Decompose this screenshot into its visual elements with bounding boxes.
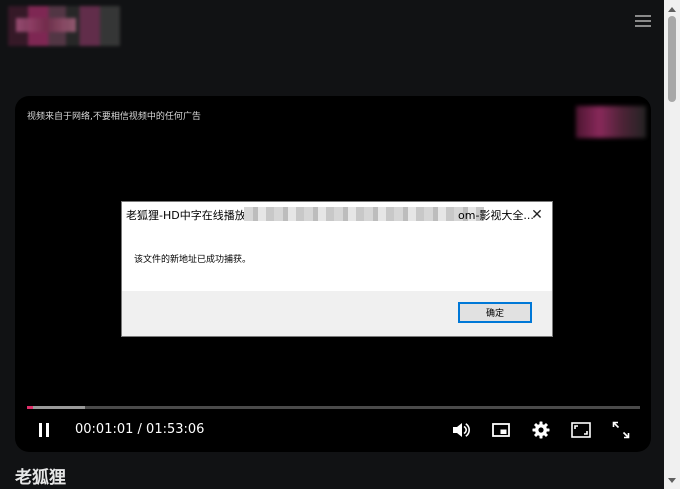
webpage-fullscreen-button[interactable] <box>569 418 593 442</box>
menu-icon[interactable] <box>635 15 651 29</box>
site-logo[interactable] <box>8 6 120 46</box>
dialog-titlebar: 老狐狸-HD中字在线播放 om-影视大全... ✕ <box>122 202 552 228</box>
alert-dialog: 老狐狸-HD中字在线播放 om-影视大全... ✕ 该文件的新地址已成功捕获。 … <box>122 202 552 336</box>
ad-warning-notice: 视频来自于网络,不要相信视频中的任何广告 <box>27 112 201 122</box>
current-time: 00:01:01 <box>75 422 134 437</box>
watermark-logo <box>576 106 646 138</box>
fullscreen-button[interactable] <box>609 418 633 442</box>
volume-icon <box>453 423 470 437</box>
progress-buffered <box>27 406 85 409</box>
time-display: 00:01:01 / 01:53:06 <box>75 422 204 437</box>
ok-button[interactable]: 确定 <box>458 302 532 323</box>
page-title: 老狐狸 <box>15 468 66 488</box>
settings-button[interactable] <box>529 418 553 442</box>
time-separator: / <box>133 422 147 437</box>
redacted-domain <box>244 207 484 221</box>
scroll-up-icon[interactable] <box>664 2 680 16</box>
expand-window-icon <box>571 422 591 438</box>
picture-in-picture-icon <box>492 423 510 437</box>
progress-bar[interactable] <box>27 406 640 409</box>
progress-played <box>27 406 33 409</box>
total-duration: 01:53:06 <box>146 422 205 437</box>
scroll-down-icon[interactable] <box>664 474 680 488</box>
fullscreen-icon <box>612 421 630 439</box>
pause-button[interactable] <box>32 418 56 442</box>
scrollbar-thumb[interactable] <box>668 16 676 102</box>
player-controls: 00:01:01 / 01:53:06 <box>15 418 651 444</box>
volume-button[interactable] <box>449 418 473 442</box>
dialog-footer: 确定 <box>122 291 552 336</box>
close-icon[interactable]: ✕ <box>524 204 550 226</box>
dialog-title-suffix: om-影视大全... <box>458 209 534 222</box>
gear-icon <box>532 421 550 439</box>
pause-icon <box>39 423 49 437</box>
pip-button[interactable] <box>489 418 513 442</box>
dialog-title: 老狐狸-HD中字在线播放 <box>126 209 246 222</box>
scrollbar[interactable] <box>664 0 680 489</box>
dialog-message: 该文件的新地址已成功捕获。 <box>134 255 252 265</box>
site-header <box>0 0 664 58</box>
